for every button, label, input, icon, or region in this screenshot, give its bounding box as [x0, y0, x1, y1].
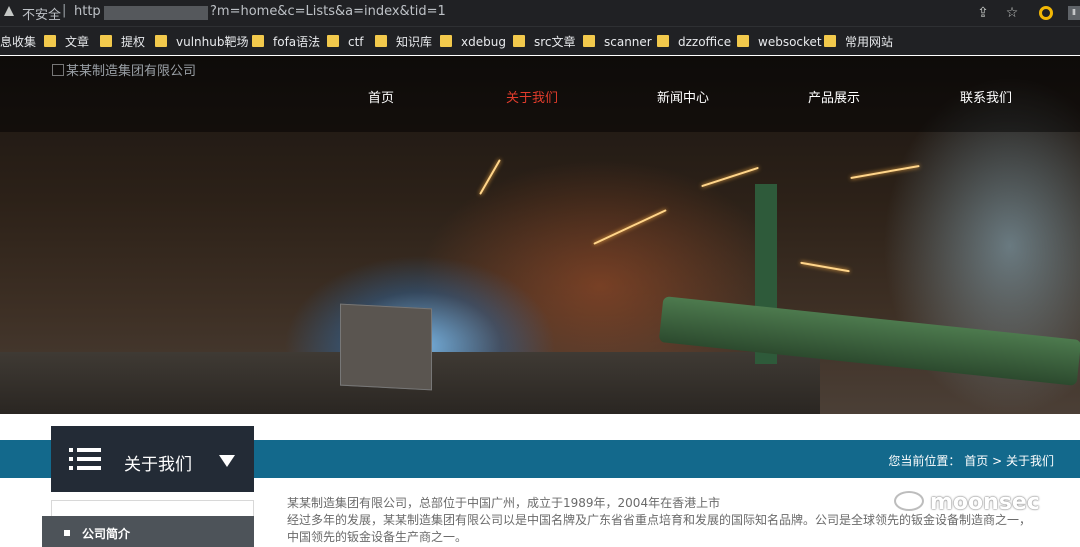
- nav-home[interactable]: 首页: [368, 87, 394, 106]
- hero-spark: [800, 261, 850, 273]
- folder-icon: [252, 35, 264, 47]
- url-scheme[interactable]: http: [74, 4, 101, 19]
- hero-spark: [593, 209, 667, 245]
- bookmark-folder[interactable]: src文章: [513, 34, 576, 50]
- bookmark-folder[interactable]: ctf: [327, 34, 364, 50]
- extension-icon[interactable]: [1039, 6, 1053, 20]
- bookmark-folder[interactable]: scanner: [583, 34, 652, 50]
- nav-products[interactable]: 产品展示: [808, 87, 860, 106]
- watermark-text: moonsec: [930, 490, 1040, 515]
- category-header[interactable]: 关于我们: [51, 426, 254, 492]
- article-line: 中国领先的钣金设备生产商之一。: [287, 530, 468, 544]
- bullet-icon: [64, 530, 70, 536]
- bookmark-folder[interactable]: 常用网站: [824, 34, 893, 50]
- star-icon[interactable]: ☆: [1002, 3, 1022, 23]
- site-logo[interactable]: 某某制造集团有限公司: [52, 60, 196, 79]
- breadcrumb-prefix: 您当前位置：: [888, 454, 961, 468]
- caret-down-icon[interactable]: [219, 455, 235, 467]
- hero-spark: [850, 164, 920, 180]
- sidebar-item-company-intro[interactable]: 公司简介: [42, 516, 254, 547]
- warning-icon: [4, 6, 14, 16]
- folder-icon: [440, 35, 452, 47]
- folder-icon: [657, 35, 669, 47]
- folder-icon: [100, 35, 112, 47]
- category-title: 关于我们: [124, 455, 192, 475]
- folder-icon: [513, 35, 525, 47]
- bookmark-folder[interactable]: fofa语法: [252, 34, 320, 50]
- address-bar[interactable]: 不安全 | http ?m=home&c=Lists&a=index&tid=1…: [0, 0, 1080, 26]
- url-separator: |: [62, 3, 67, 18]
- list-icon: [69, 448, 101, 470]
- nav-about[interactable]: 关于我们: [506, 87, 558, 106]
- breadcrumb: 您当前位置： 首页 > 关于我们: [888, 452, 1054, 469]
- folder-icon: [327, 35, 339, 47]
- watermark: moonsec: [894, 490, 1040, 516]
- hero-metal-plate: [340, 303, 432, 391]
- breadcrumb-home[interactable]: 首页: [964, 454, 988, 468]
- bookmark-folder[interactable]: dzzoffice: [657, 34, 731, 50]
- hero-spark: [701, 166, 759, 188]
- extension-icon-2[interactable]: Ⅱ: [1068, 6, 1080, 20]
- nav-contact[interactable]: 联系我们: [960, 87, 1012, 106]
- nav-news[interactable]: 新闻中心: [657, 87, 709, 106]
- url-query[interactable]: ?m=home&c=Lists&a=index&tid=1: [210, 4, 446, 19]
- folder-icon: [583, 35, 595, 47]
- wechat-icon: [894, 491, 924, 511]
- bookmark-folder[interactable]: vulnhub靶场: [155, 34, 248, 50]
- bookmark-folder[interactable]: 提权: [100, 34, 145, 50]
- sidebar-item-label: 公司简介: [82, 527, 131, 541]
- broken-image-icon: [52, 64, 64, 76]
- folder-icon: [155, 35, 167, 47]
- bookmark-folder[interactable]: websocket: [737, 34, 822, 50]
- bookmark-folder[interactable]: xdebug: [440, 34, 506, 50]
- breadcrumb-current[interactable]: 关于我们: [1006, 454, 1054, 468]
- bookmarks-bar: 息收集 文章 提权 vulnhub靶场 fofa语法 ctf 知识库 xdebu…: [0, 26, 1080, 55]
- folder-icon: [44, 35, 56, 47]
- breadcrumb-separator: >: [992, 454, 1003, 468]
- share-icon[interactable]: ⇪: [973, 3, 993, 23]
- folder-icon: [824, 35, 836, 47]
- bookmark-folder[interactable]: 知识库: [375, 34, 432, 50]
- folder-icon: [375, 35, 387, 47]
- security-status[interactable]: 不安全: [22, 4, 61, 23]
- url-redacted-host: [104, 6, 208, 20]
- hero-banner: 某某制造集团有限公司 首页 关于我们 新闻中心 产品展示 联系我们: [0, 56, 1080, 414]
- hero-spark: [479, 159, 501, 195]
- bookmark-folder[interactable]: 文章: [44, 34, 89, 50]
- folder-icon: [737, 35, 749, 47]
- bookmark-item[interactable]: 息收集: [0, 34, 36, 50]
